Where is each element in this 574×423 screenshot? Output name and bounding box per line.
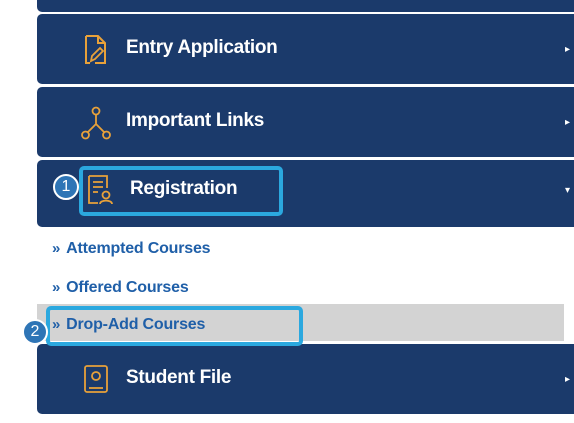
network-links-icon (81, 106, 111, 145)
chevron-down-icon: ▾ (564, 185, 570, 196)
submenu-label: Attempted Courses (66, 240, 211, 257)
chevron-right-icon: ▸ (564, 44, 570, 55)
submenu-marker: » (52, 279, 61, 296)
submenu-label: Offered Courses (66, 279, 189, 296)
chevron-right-icon: ▸ (564, 117, 570, 128)
submenu-item-attempted-courses[interactable]: » Attempted Courses (52, 240, 211, 258)
menu-item-important-links[interactable]: Important Links ▸ (37, 87, 574, 157)
menu-label: Entry Application (126, 37, 278, 58)
annotation-badge-1: 1 (53, 174, 79, 200)
menu-item-top-partial[interactable] (37, 0, 574, 12)
chevron-right-icon: ▸ (564, 374, 570, 385)
annotation-badge-2: 2 (22, 319, 48, 345)
submenu-marker: » (52, 240, 61, 257)
student-profile-icon (83, 364, 109, 399)
menu-label: Important Links (126, 110, 265, 131)
highlight-box-registration (79, 166, 283, 216)
menu-item-student-file[interactable]: Student File ▸ (37, 344, 574, 414)
submenu-item-offered-courses[interactable]: » Offered Courses (52, 279, 189, 297)
highlight-box-drop-add (46, 306, 303, 346)
menu-label: Student File (126, 367, 232, 388)
document-edit-icon (83, 34, 107, 71)
menu-item-entry-application[interactable]: Entry Application ▸ (37, 14, 574, 84)
